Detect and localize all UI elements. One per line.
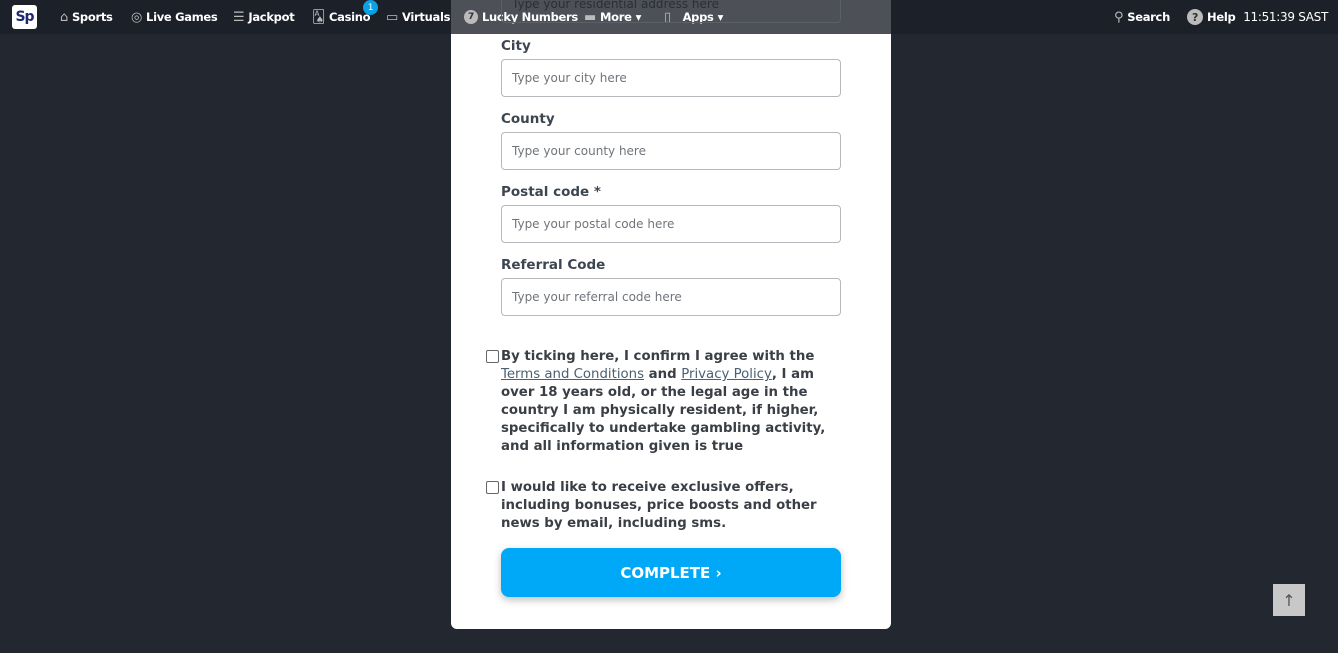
terms-text: By ticking here, I confirm I agree with … xyxy=(501,348,846,456)
city-label: City xyxy=(501,38,531,54)
logo[interactable]: Sp xyxy=(12,5,37,29)
nav-virtuals[interactable]: ▭ Virtuals xyxy=(386,0,450,34)
nav-label: Help xyxy=(1207,10,1236,24)
nav-help[interactable]: ? Help xyxy=(1187,0,1236,34)
postal-code-label: Postal code * xyxy=(501,184,601,200)
offers-text: I would like to receive exclusive offers… xyxy=(501,480,817,531)
scroll-to-top-button[interactable]: ↑ xyxy=(1273,584,1305,616)
nav-live-games[interactable]: ◎ Live Games xyxy=(131,0,218,34)
address-input[interactable] xyxy=(501,0,841,23)
city-input[interactable] xyxy=(501,59,841,97)
nav-label: Jackpot xyxy=(248,10,295,24)
help-icon: ? xyxy=(1187,9,1203,25)
nav-casino[interactable]: 🂡 Casino xyxy=(312,0,371,34)
referral-code-label: Referral Code xyxy=(501,257,606,273)
nav-label: Live Games xyxy=(146,10,218,24)
clock: 11:51:39 SAST xyxy=(1243,10,1328,24)
registration-modal: City County Postal code * Referral Code … xyxy=(451,0,891,629)
county-label: County xyxy=(501,111,555,127)
search-icon: ⚲ xyxy=(1114,9,1124,25)
nav-sports[interactable]: ⌂ Sports xyxy=(60,0,113,34)
coins-icon: ☰ xyxy=(233,9,245,25)
offers-checkbox[interactable] xyxy=(486,481,499,494)
terms-checkbox[interactable] xyxy=(486,350,499,363)
privacy-link[interactable]: Privacy Policy xyxy=(681,367,772,382)
casino-badge: 1 xyxy=(363,0,378,15)
terms-pre: By ticking here, I confirm I agree with … xyxy=(501,349,815,364)
cards-icon: 🂡 xyxy=(312,9,325,25)
nav-label: Search xyxy=(1127,10,1170,24)
nav-jackpot[interactable]: ☰ Jackpot xyxy=(233,0,295,34)
referral-code-input[interactable] xyxy=(501,278,841,316)
seven-icon: 7 xyxy=(464,10,478,24)
terms-link[interactable]: Terms and Conditions xyxy=(501,367,644,382)
nav-label: Sports xyxy=(71,10,113,24)
terms-mid: and xyxy=(644,367,682,382)
nav-label: Virtuals xyxy=(401,10,451,24)
complete-button[interactable]: COMPLETE › xyxy=(501,548,841,597)
nav-search[interactable]: ⚲ Search xyxy=(1114,0,1170,34)
home-icon: ⌂ xyxy=(60,9,68,25)
county-input[interactable] xyxy=(501,132,841,170)
monitor-icon: ▭ xyxy=(386,9,398,25)
postal-code-input[interactable] xyxy=(501,205,841,243)
live-icon: ◎ xyxy=(131,9,143,25)
